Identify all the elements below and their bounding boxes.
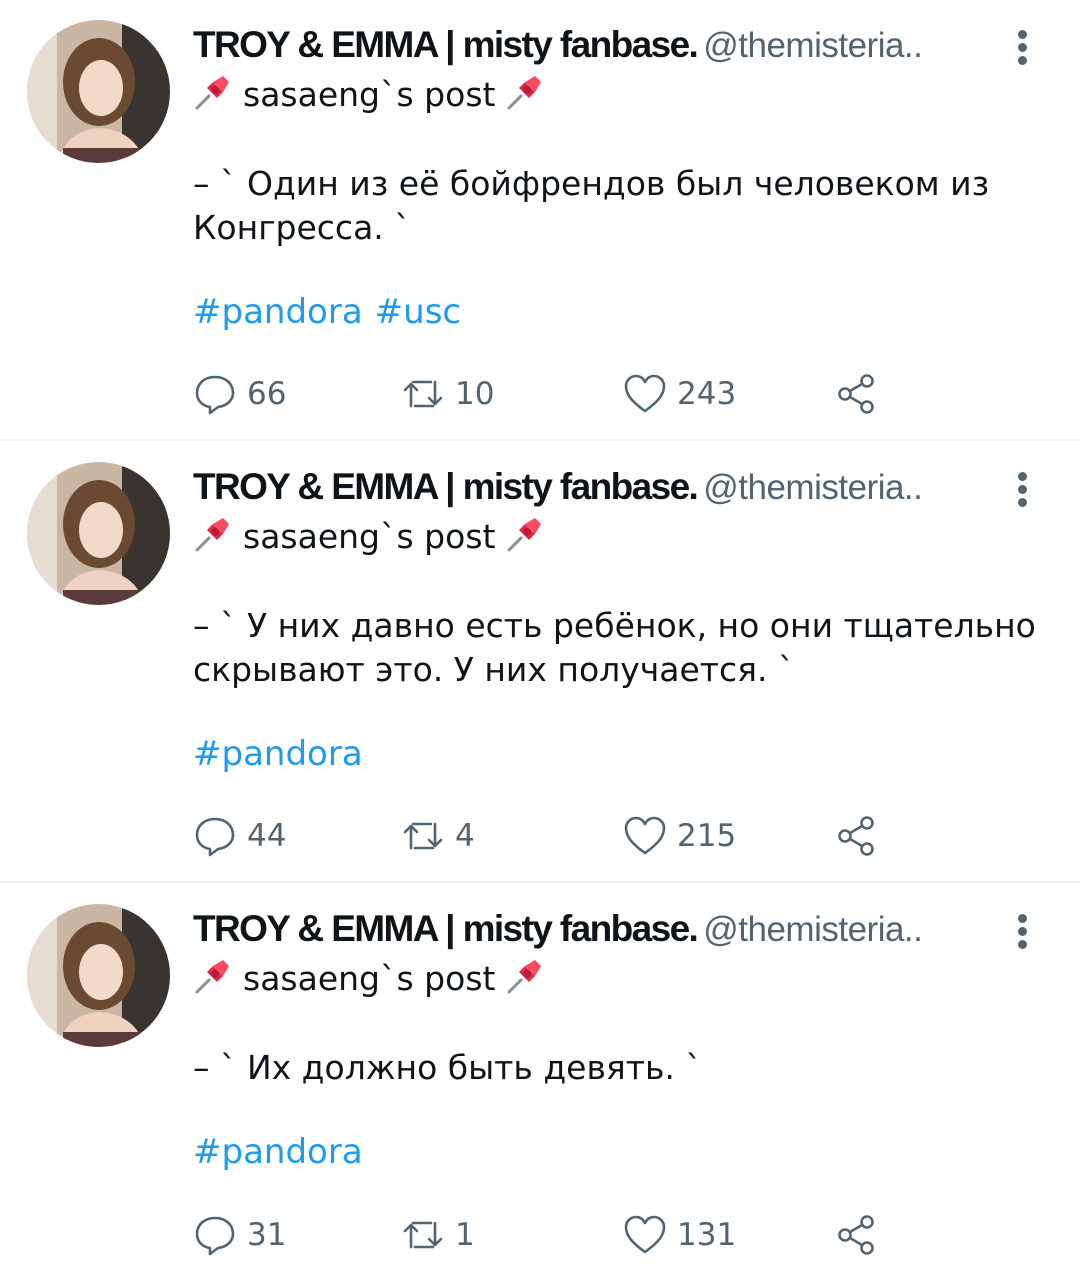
like-count: 215 xyxy=(677,818,737,854)
like-count: 243 xyxy=(677,376,737,412)
author-name[interactable]: TROY & EMMA | misty fanbase. xyxy=(193,908,699,949)
reply-count: 44 xyxy=(247,818,287,854)
post-title-line: sasaeng`s post xyxy=(193,956,545,998)
post-title: sasaeng`s post xyxy=(243,517,496,556)
author-handle[interactable]: @themisteria.. xyxy=(703,26,923,65)
hashtags: #pandora #usc xyxy=(193,292,473,332)
hashtag-link[interactable]: #pandora xyxy=(193,1132,363,1172)
post-title-line: sasaeng`s post xyxy=(193,514,545,556)
pushpin-icon xyxy=(505,72,545,112)
tweet-actions: 44 4 215 xyxy=(193,812,893,860)
share-button[interactable] xyxy=(835,370,879,418)
avatar[interactable] xyxy=(27,462,170,605)
tweet[interactable]: TROY & EMMA | misty fanbase. @themisteria… xyxy=(0,884,1080,1276)
reply-button[interactable]: 31 xyxy=(193,1211,286,1259)
tweet-header: TROY & EMMA | misty fanbase. @themisteria… xyxy=(193,908,1013,956)
tweet[interactable]: TROY & EMMA | misty fanbase. @themisteria… xyxy=(0,0,1080,441)
tweet[interactable]: TROY & EMMA | misty fanbase. @themisteria… xyxy=(0,442,1080,883)
reply-icon xyxy=(195,375,235,415)
author-handle[interactable]: @themisteria.. xyxy=(703,910,923,949)
retweet-count: 1 xyxy=(455,1217,475,1253)
reply-icon xyxy=(195,817,235,857)
post-title: sasaeng`s post xyxy=(243,75,496,114)
reply-icon xyxy=(195,1216,235,1256)
share-button[interactable] xyxy=(835,812,879,860)
post-title: sasaeng`s post xyxy=(243,959,496,998)
avatar[interactable] xyxy=(27,20,170,163)
hashtags: #pandora xyxy=(193,734,375,774)
avatar-image xyxy=(27,462,170,605)
hashtag-link[interactable]: #pandora xyxy=(193,292,363,332)
reply-count: 31 xyxy=(247,1217,287,1253)
tweet-actions: 66 10 243 xyxy=(193,370,893,418)
retweet-icon xyxy=(403,380,443,408)
pushpin-icon xyxy=(193,956,233,996)
tweet-text: – ` Их должно быть девять. ` xyxy=(193,1048,702,1087)
tweet-actions: 31 1 131 xyxy=(193,1211,893,1259)
share-icon xyxy=(838,374,874,414)
like-button[interactable]: 131 xyxy=(623,1211,736,1259)
retweet-icon xyxy=(403,822,443,850)
more-options-icon[interactable] xyxy=(1010,472,1034,508)
more-options-icon[interactable] xyxy=(1010,30,1034,66)
author-name[interactable]: TROY & EMMA | misty fanbase. xyxy=(193,466,699,507)
like-count: 131 xyxy=(677,1217,737,1253)
post-title-line: sasaeng`s post xyxy=(193,72,545,114)
like-button[interactable]: 215 xyxy=(623,812,736,860)
tweet-header: TROY & EMMA | misty fanbase. @themisteria… xyxy=(193,24,1013,72)
avatar-image xyxy=(27,20,170,163)
author-name[interactable]: TROY & EMMA | misty fanbase. xyxy=(193,24,699,65)
share-button[interactable] xyxy=(835,1211,879,1259)
author-handle[interactable]: @themisteria.. xyxy=(703,468,923,507)
retweet-button[interactable]: 10 xyxy=(401,370,494,418)
pushpin-icon xyxy=(193,72,233,112)
heart-icon xyxy=(624,1215,666,1254)
heart-icon xyxy=(624,816,666,855)
heart-icon xyxy=(624,374,666,413)
reply-button[interactable]: 44 xyxy=(193,812,286,860)
pushpin-icon xyxy=(505,514,545,554)
retweet-button[interactable]: 1 xyxy=(401,1211,475,1259)
retweet-icon xyxy=(403,1221,443,1249)
hashtags: #pandora xyxy=(193,1132,375,1172)
pushpin-icon xyxy=(505,956,545,996)
pushpin-icon xyxy=(193,514,233,554)
avatar-image xyxy=(27,904,170,1047)
retweet-button[interactable]: 4 xyxy=(401,812,475,860)
reply-button[interactable]: 66 xyxy=(193,370,286,418)
avatar[interactable] xyxy=(27,904,170,1047)
tweet-header: TROY & EMMA | misty fanbase. @themisteria… xyxy=(193,466,1013,514)
tweet-text: – ` Один из её бойфрендов был человеком … xyxy=(193,164,990,247)
reply-count: 66 xyxy=(247,376,287,412)
share-icon xyxy=(838,816,874,856)
tweet-text: – ` У них давно есть ребёнок, но они тща… xyxy=(193,606,1036,689)
share-icon xyxy=(838,1215,874,1255)
hashtag-link[interactable]: #usc xyxy=(375,292,461,332)
more-options-icon[interactable] xyxy=(1010,914,1034,950)
retweet-count: 10 xyxy=(455,376,495,412)
retweet-count: 4 xyxy=(455,818,475,854)
hashtag-link[interactable]: #pandora xyxy=(193,734,363,774)
like-button[interactable]: 243 xyxy=(623,370,736,418)
